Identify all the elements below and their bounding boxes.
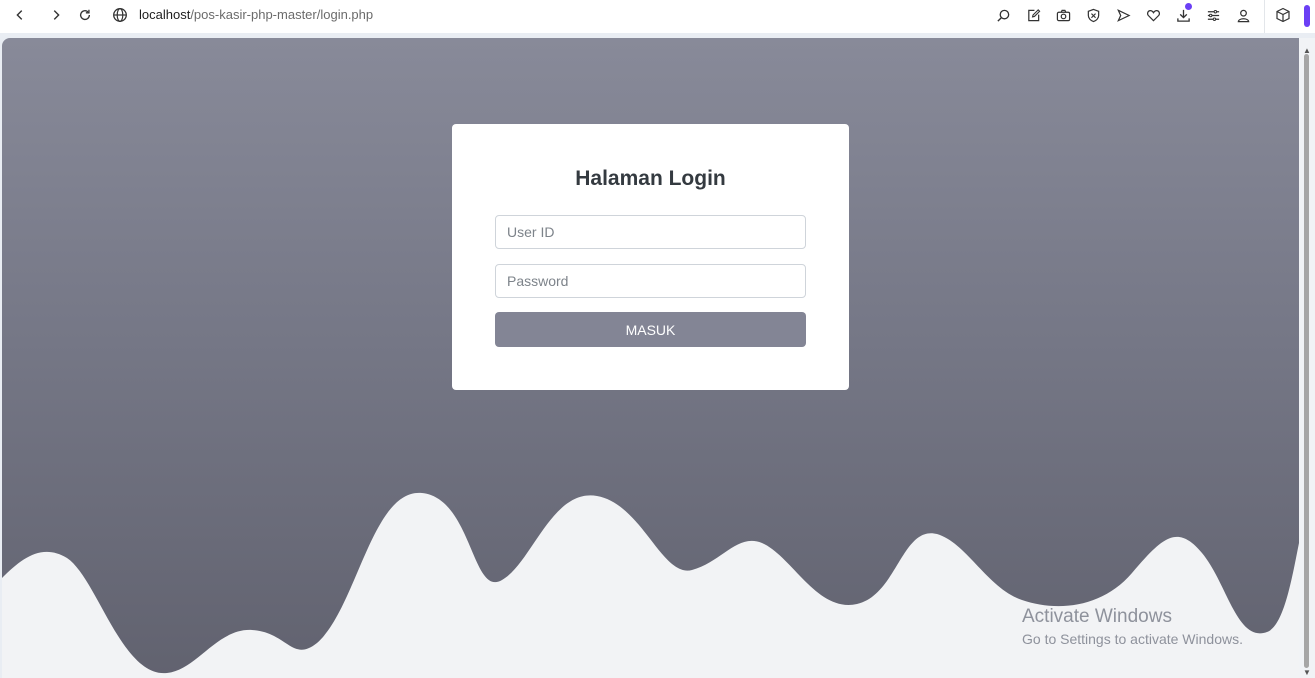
profile-button[interactable] — [1228, 5, 1258, 25]
url-host: localhost — [139, 7, 191, 22]
windows-watermark-subtitle: Go to Settings to activate Windows. — [1022, 631, 1243, 647]
forward-arrow-icon — [53, 10, 60, 20]
downloads-button[interactable] — [1168, 3, 1198, 25]
adblock-button[interactable] — [1078, 5, 1108, 25]
globe-icon — [113, 8, 127, 22]
back-arrow-icon — [16, 10, 23, 20]
login-card: Halaman Login MASUK — [452, 124, 849, 390]
forward-button[interactable] — [44, 5, 68, 25]
favorites-button[interactable] — [1138, 5, 1168, 25]
camera-icon — [1056, 9, 1070, 21]
login-title: Halaman Login — [575, 167, 726, 190]
login-button[interactable]: MASUK — [495, 312, 806, 347]
address-bar[interactable]: localhost/pos-kasir-php-master/login.php — [139, 7, 373, 22]
download-badge — [1185, 3, 1192, 10]
browser-toolbar: localhost/pos-kasir-php-master/login.php — [0, 0, 1315, 33]
send-button[interactable] — [1108, 5, 1138, 25]
userid-input[interactable] — [495, 215, 806, 249]
back-button[interactable] — [8, 5, 32, 25]
sidebar-indicator[interactable] — [1304, 5, 1310, 27]
screenshot-button[interactable] — [1048, 5, 1078, 25]
scroll-thumb[interactable] — [1304, 54, 1309, 668]
reload-icon — [79, 9, 91, 21]
menu-icon — [1207, 9, 1219, 21]
extension-panel — [1264, 0, 1315, 33]
cube-icon[interactable] — [1275, 7, 1291, 23]
url-path: /pos-kasir-php-master/login.php — [190, 7, 374, 22]
send-icon — [1116, 8, 1131, 22]
toolbar-actions — [988, 3, 1258, 25]
search-icon — [996, 9, 1009, 22]
search-button[interactable] — [988, 5, 1018, 25]
windows-watermark-title: Activate Windows — [1022, 606, 1172, 627]
shield-icon — [1087, 8, 1099, 22]
edit-button[interactable] — [1018, 5, 1048, 25]
user-icon — [1237, 9, 1249, 22]
easy-setup-button[interactable] — [1198, 5, 1228, 25]
reload-button[interactable] — [73, 5, 97, 25]
scroll-down-icon[interactable]: ▼ — [1303, 668, 1311, 677]
edit-icon — [1027, 8, 1040, 21]
heart-icon — [1146, 9, 1160, 22]
password-input[interactable] — [495, 264, 806, 298]
scrollbar[interactable]: ▲ ▼ — [1299, 38, 1315, 678]
